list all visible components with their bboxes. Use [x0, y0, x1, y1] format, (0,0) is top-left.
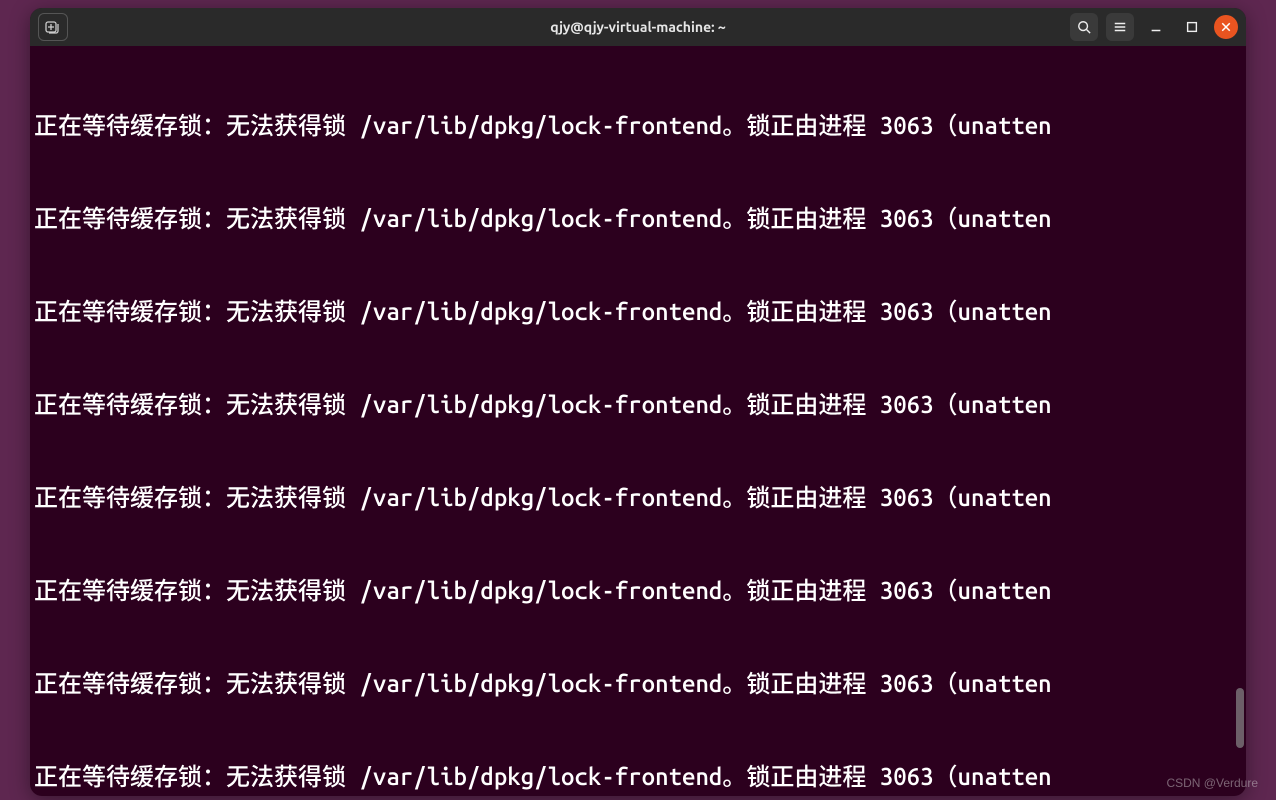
scrollbar-thumb[interactable] [1236, 688, 1244, 748]
window-title: qjy@qjy-virtual-machine: ~ [30, 19, 1246, 35]
hamburger-icon [1113, 20, 1127, 34]
close-button[interactable] [1214, 15, 1238, 39]
output-line: 正在等待缓存锁：无法获得锁 /var/lib/dpkg/lock-fronten… [34, 203, 1242, 234]
maximize-icon [1185, 20, 1199, 34]
titlebar-right [1070, 13, 1238, 41]
output-line: 正在等待缓存锁：无法获得锁 /var/lib/dpkg/lock-fronten… [34, 668, 1242, 699]
watermark: CSDN @Verdure [1166, 776, 1258, 790]
output-line: 正在等待缓存锁：无法获得锁 /var/lib/dpkg/lock-fronten… [34, 389, 1242, 420]
minimize-button[interactable] [1142, 13, 1170, 41]
output-line: 正在等待缓存锁：无法获得锁 /var/lib/dpkg/lock-fronten… [34, 575, 1242, 606]
minimize-icon [1149, 20, 1163, 34]
titlebar-left [38, 13, 68, 41]
titlebar[interactable]: qjy@qjy-virtual-machine: ~ [30, 8, 1246, 46]
menu-button[interactable] [1106, 13, 1134, 41]
terminal-window: qjy@qjy-virtual-machine: ~ [30, 8, 1246, 796]
output-line: 正在等待缓存锁：无法获得锁 /var/lib/dpkg/lock-fronten… [34, 296, 1242, 327]
new-tab-button[interactable] [38, 13, 68, 41]
search-button[interactable] [1070, 13, 1098, 41]
terminal-output[interactable]: 正在等待缓存锁：无法获得锁 /var/lib/dpkg/lock-fronten… [30, 46, 1246, 796]
search-icon [1077, 20, 1091, 34]
new-tab-icon [45, 19, 61, 35]
output-line: 正在等待缓存锁：无法获得锁 /var/lib/dpkg/lock-fronten… [34, 761, 1242, 792]
output-line: 正在等待缓存锁：无法获得锁 /var/lib/dpkg/lock-fronten… [34, 110, 1242, 141]
output-line: 正在等待缓存锁：无法获得锁 /var/lib/dpkg/lock-fronten… [34, 482, 1242, 513]
maximize-button[interactable] [1178, 13, 1206, 41]
close-icon [1220, 21, 1232, 33]
